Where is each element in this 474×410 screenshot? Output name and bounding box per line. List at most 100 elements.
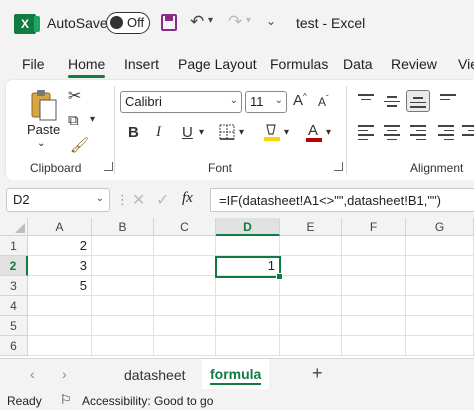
undo-dropdown-icon[interactable]: ▾ <box>208 15 213 26</box>
tab-review[interactable]: Review <box>391 56 437 72</box>
tab-page-layout[interactable]: Page Layout <box>178 56 257 72</box>
tab-home[interactable]: Home <box>68 56 106 78</box>
grid-cell[interactable] <box>154 276 216 296</box>
font-launcher-icon[interactable] <box>334 162 343 171</box>
tab-view[interactable]: View <box>458 56 474 72</box>
grid-cell[interactable] <box>154 236 216 256</box>
tab-formulas[interactable]: Formulas <box>270 56 328 72</box>
undo-icon[interactable]: ↶ <box>190 12 204 32</box>
borders-icon[interactable] <box>219 124 235 140</box>
fill-color-dropdown-icon[interactable]: ▾ <box>284 127 289 138</box>
decrease-indent-icon[interactable] <box>438 125 454 143</box>
grid-cell[interactable] <box>216 296 280 316</box>
copy-dropdown-icon[interactable]: ▾ <box>90 114 95 125</box>
paste-icon[interactable] <box>26 88 60 122</box>
increase-indent-icon[interactable] <box>462 125 474 139</box>
grid-cell[interactable] <box>406 316 474 336</box>
grid-cell[interactable] <box>92 276 154 296</box>
name-box[interactable]: D2 ⌄ <box>6 188 110 212</box>
shrink-font-button[interactable]: Aˇ <box>318 94 329 109</box>
grid-cell[interactable] <box>342 336 406 356</box>
tab-data[interactable]: Data <box>343 56 373 72</box>
font-name-combo[interactable]: Calibri ⌄ <box>120 91 242 113</box>
row-header-6[interactable]: 6 <box>0 336 28 356</box>
grid-cell[interactable] <box>406 236 474 256</box>
grid-cell[interactable] <box>154 316 216 336</box>
font-color-icon[interactable]: A <box>305 122 323 142</box>
sheet-tab-formula[interactable]: formula <box>202 359 270 389</box>
tab-insert[interactable]: Insert <box>124 56 159 72</box>
grid-cell[interactable] <box>92 316 154 336</box>
tab-file[interactable]: File <box>22 56 45 72</box>
grid-cell[interactable] <box>280 336 342 356</box>
fill-color-icon[interactable] <box>263 122 281 142</box>
grid-cell[interactable] <box>342 256 406 276</box>
grid-cell[interactable] <box>406 296 474 316</box>
align-center-icon[interactable] <box>384 125 400 143</box>
orientation-icon[interactable] <box>440 94 456 103</box>
cancel-icon[interactable]: ✕ <box>132 190 145 210</box>
grid-cell[interactable] <box>28 316 92 336</box>
grid-cell[interactable] <box>406 276 474 296</box>
grid-cell[interactable] <box>216 236 280 256</box>
grid-cell[interactable] <box>154 256 216 276</box>
font-size-combo[interactable]: 11 ⌄ <box>245 91 287 113</box>
cell-a2[interactable]: 3 <box>28 256 92 276</box>
grid-cell[interactable] <box>28 336 92 356</box>
insert-function-icon[interactable]: fx <box>182 190 193 207</box>
accessibility-icon[interactable]: ⚐ <box>60 392 72 408</box>
grid-cell[interactable] <box>280 276 342 296</box>
grid-cell[interactable] <box>154 336 216 356</box>
accessibility-status[interactable]: Accessibility: Good to go <box>82 394 213 408</box>
align-top-icon[interactable] <box>358 94 374 103</box>
grid-cell[interactable] <box>342 236 406 256</box>
sheet-tab-datasheet[interactable]: datasheet <box>124 367 186 383</box>
add-sheet-button[interactable]: + <box>312 363 323 384</box>
worksheet-grid[interactable]: A B C D E F G 1 2 3 4 5 6 2 3 5 1 <box>0 218 474 358</box>
row-header-3[interactable]: 3 <box>0 276 28 296</box>
customize-toolbar-icon[interactable]: ⌄ <box>266 14 276 28</box>
align-middle-icon[interactable] <box>384 96 400 110</box>
formula-input[interactable]: =IF(datasheet!A1<>"",datasheet!B1,"") <box>210 188 474 212</box>
grid-cell[interactable] <box>342 276 406 296</box>
row-header-1[interactable]: 1 <box>0 236 28 256</box>
column-header-e[interactable]: E <box>280 218 342 236</box>
grid-cell[interactable] <box>406 256 474 276</box>
column-header-g[interactable]: G <box>406 218 474 236</box>
copy-icon[interactable]: ⧉ <box>68 112 79 129</box>
autosave-toggle[interactable]: Off <box>106 12 150 34</box>
cell-a3[interactable]: 5 <box>28 276 92 296</box>
align-right-icon[interactable] <box>410 125 426 143</box>
save-icon[interactable] <box>161 14 177 31</box>
grid-cell[interactable] <box>216 276 280 296</box>
scroll-right-icon[interactable]: › <box>62 366 67 382</box>
enter-icon[interactable]: ✓ <box>156 190 169 210</box>
format-painter-icon[interactable]: 🖌 <box>70 136 89 154</box>
cut-icon[interactable]: ✂ <box>68 86 81 106</box>
paste-label[interactable]: Paste <box>27 122 60 137</box>
clipboard-launcher-icon[interactable] <box>104 162 113 171</box>
align-left-icon[interactable] <box>358 125 374 143</box>
grid-cell[interactable] <box>280 256 342 276</box>
grid-cell[interactable] <box>280 236 342 256</box>
underline-button[interactable]: U <box>182 124 193 141</box>
scroll-left-icon[interactable]: ‹ <box>30 366 35 382</box>
grid-cell[interactable] <box>280 296 342 316</box>
column-header-f[interactable]: F <box>342 218 406 236</box>
cell-a1[interactable]: 2 <box>28 236 92 256</box>
grid-cell[interactable] <box>406 336 474 356</box>
column-header-a[interactable]: A <box>28 218 92 236</box>
grid-cell[interactable] <box>280 316 342 336</box>
grid-cell[interactable] <box>154 296 216 316</box>
grid-cell[interactable] <box>92 236 154 256</box>
grow-font-button[interactable]: A^ <box>293 92 307 109</box>
underline-dropdown-icon[interactable]: ▾ <box>199 127 204 138</box>
bold-button[interactable]: B <box>128 124 139 141</box>
paste-dropdown-icon[interactable]: ⌄ <box>37 138 45 149</box>
column-header-d[interactable]: D <box>216 218 280 236</box>
row-header-2[interactable]: 2 <box>0 256 28 276</box>
grid-cell[interactable] <box>28 296 92 316</box>
grid-cell[interactable] <box>216 336 280 356</box>
redo-icon[interactable]: ↷ <box>228 12 242 32</box>
row-header-4[interactable]: 4 <box>0 296 28 316</box>
